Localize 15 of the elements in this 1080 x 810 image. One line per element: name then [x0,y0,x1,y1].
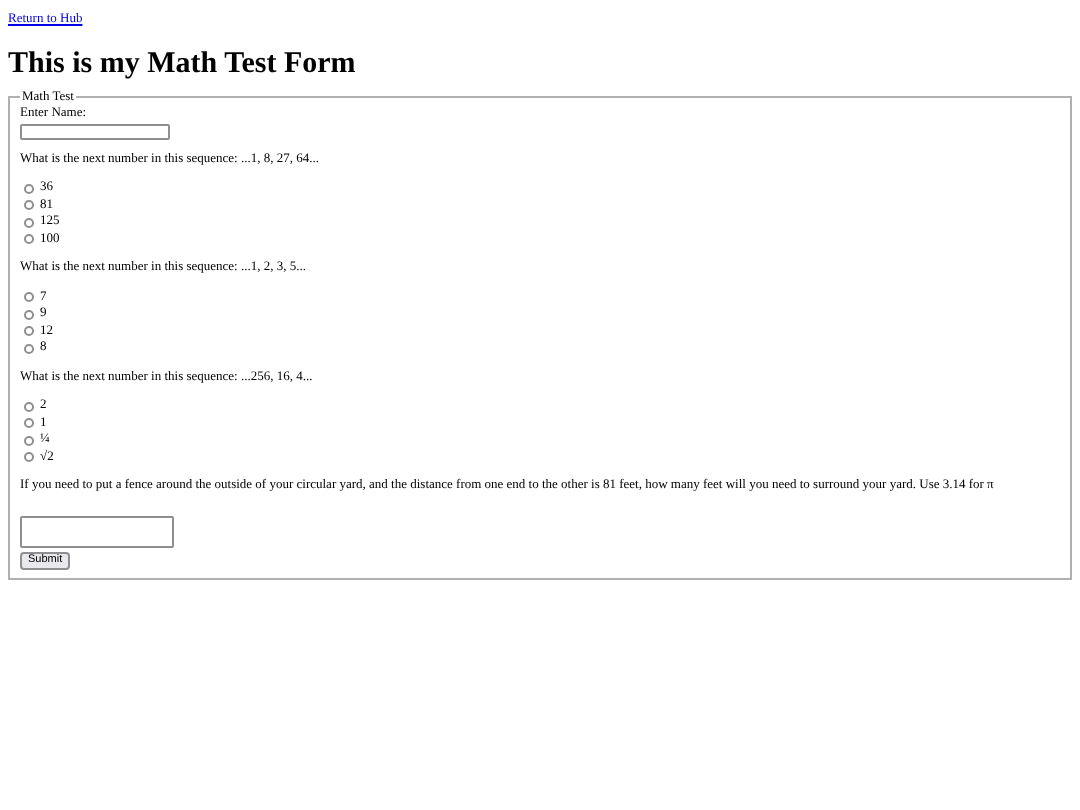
page-heading: This is my Math Test Form [8,45,358,81]
radio-button[interactable] [24,292,34,303]
radio-button[interactable] [24,418,34,429]
radio-button[interactable] [24,217,34,228]
radio-button[interactable] [24,183,34,194]
radio-button[interactable] [24,343,34,354]
radio-button[interactable] [24,309,34,320]
answer-box[interactable] [20,515,174,547]
radio-button[interactable] [24,326,34,337]
radio-button[interactable] [24,452,34,463]
radio-button[interactable] [24,200,34,211]
name-field[interactable] [20,123,170,139]
radio-button[interactable] [24,401,34,412]
radio-button[interactable] [24,234,34,245]
radio-button[interactable] [24,435,34,446]
